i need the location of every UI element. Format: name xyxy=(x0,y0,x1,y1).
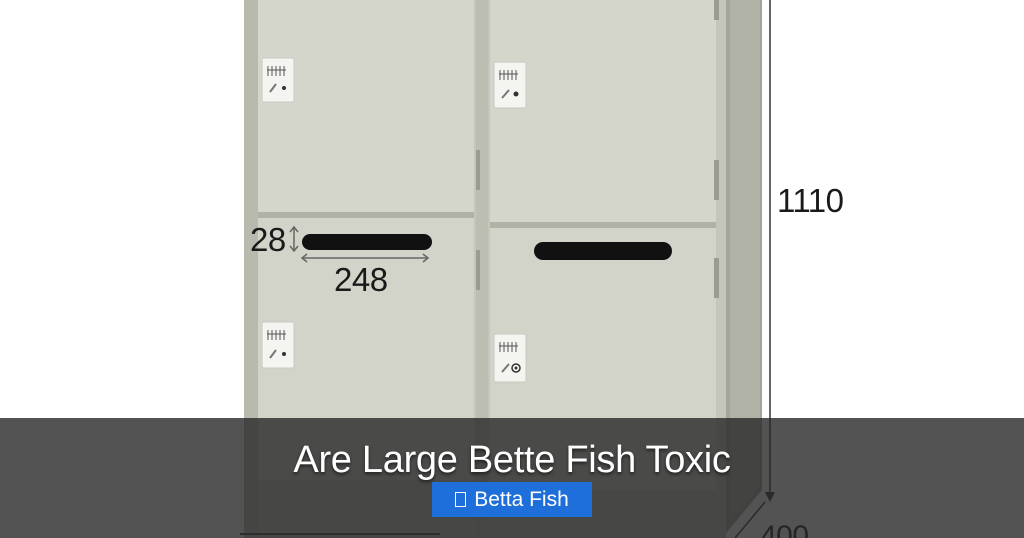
slot-width-dimension-label: 248 xyxy=(334,261,388,298)
height-dimension-label: 1110 xyxy=(777,182,844,219)
category-label: Betta Fish xyxy=(474,487,569,511)
lock-top-right xyxy=(493,61,527,109)
lock-bottom-left xyxy=(261,321,295,369)
category-badge[interactable]: Betta Fish xyxy=(432,482,592,517)
lock-top-left xyxy=(261,57,295,103)
folder-icon xyxy=(455,492,467,507)
article-title: Are Large Bette Fish Toxic xyxy=(293,439,731,481)
slot-height-dimension-label: 28 xyxy=(250,221,286,258)
article-hero: 1110 28 248 400 Are Large Bette Fish Tox… xyxy=(0,0,1024,538)
lock-bottom-right xyxy=(493,333,527,383)
